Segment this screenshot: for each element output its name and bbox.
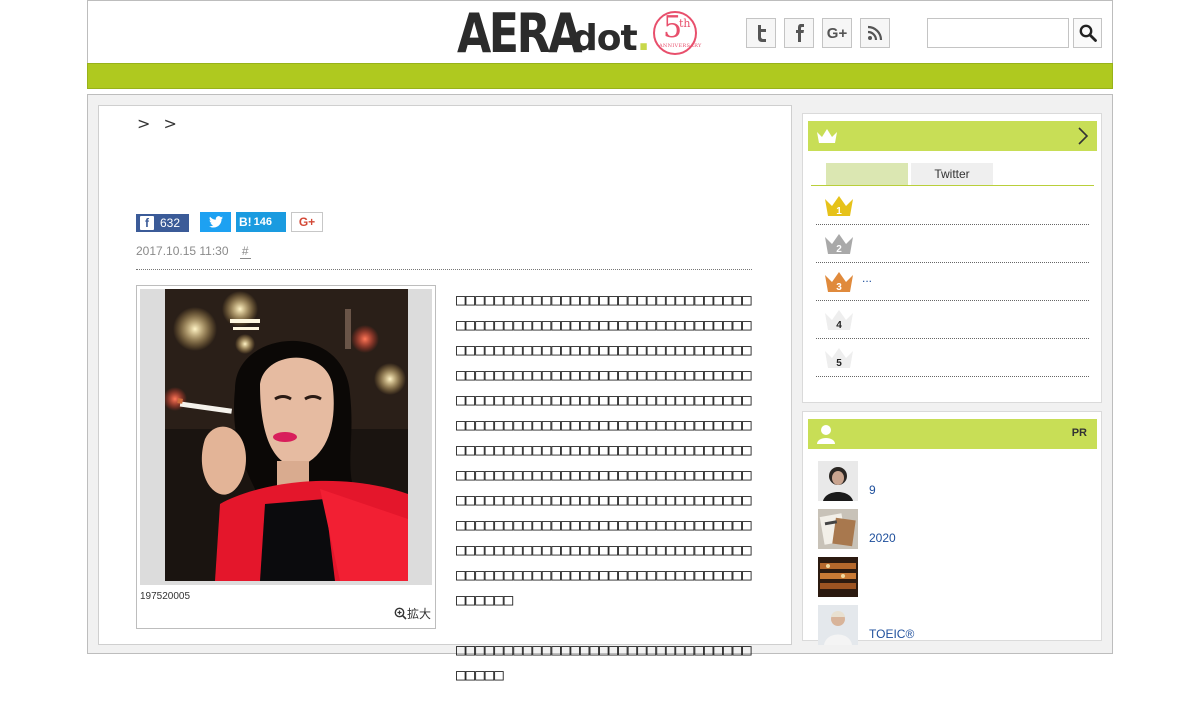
hashtag-link[interactable]: # [239, 244, 251, 259]
hatena-bookmark-icon: B! [239, 215, 252, 229]
bronze-crown-icon: 3 [825, 272, 853, 293]
silver-crown-icon: 2 [825, 234, 853, 255]
photo-caption: 197520005 [140, 591, 191, 602]
pr-item-title[interactable]: 9 [869, 483, 876, 497]
twitter-bird-icon [208, 216, 223, 228]
tab-twitter-ranking[interactable]: Twitter [911, 163, 993, 185]
ranking-item[interactable]: 2 [816, 225, 1089, 263]
ranking-item[interactable]: 5 [816, 339, 1089, 377]
twitter-icon [758, 25, 766, 42]
ranking-item-title[interactable]: ... [862, 271, 872, 285]
google-plus-share-button[interactable]: G+ [291, 212, 323, 232]
pr-label: PR [1071, 427, 1087, 439]
portrait-thumbnail-image [818, 461, 858, 501]
facebook-share-button[interactable]: f 632 [136, 214, 189, 232]
pr-item-title[interactable]: 2020 [869, 531, 896, 545]
rss-button[interactable] [860, 18, 890, 48]
tab-access-ranking[interactable] [826, 163, 908, 185]
article-paragraph: □□□□□□□□□□□□□□□□□□□□□□□□□□□□□□□□□□□□ [456, 640, 752, 684]
pr-item[interactable]: TOEIC® [818, 605, 1093, 645]
ranking-widget: Twitter 1 2 3 ... 4 5 [802, 113, 1102, 403]
logo-dot-text: dot. [572, 18, 650, 59]
rss-icon [867, 25, 883, 41]
svg-text:3: 3 [836, 282, 842, 293]
magazine-thumbnail-image [818, 509, 858, 549]
article-paragraph: □□□□□□□□□□□□□□□□□□□□□□□□□□□□□□□□□□□□□□□□… [456, 290, 752, 609]
google-plus-follow-button[interactable]: G+ [822, 18, 852, 48]
zoom-in-icon [394, 607, 407, 620]
portrait-photo-image [165, 289, 408, 581]
food-thumbnail-image [818, 557, 858, 597]
chevron-right-icon [1078, 127, 1089, 145]
pr-thumbnail[interactable] [818, 509, 858, 549]
breadcrumb-chevron[interactable]: > [137, 114, 150, 133]
search-button[interactable] [1073, 18, 1102, 48]
facebook-icon [796, 24, 804, 42]
article-photo[interactable] [165, 289, 408, 581]
global-nav-bar [87, 63, 1113, 89]
ranking-item[interactable]: 3 ... [816, 263, 1089, 301]
rank-crown-icon: 5 [825, 348, 853, 369]
ranking-tabs: Twitter [811, 163, 1094, 186]
pr-thumbnail[interactable] [818, 461, 858, 501]
pr-thumbnail[interactable] [818, 605, 858, 645]
twitter-follow-button[interactable] [746, 18, 776, 48]
divider [136, 269, 752, 270]
article: > > f 632 B! 146 G+ 2017.10.15 11:30 # 1… [98, 105, 792, 684]
hatena-bookmark-count: 146 [253, 216, 273, 228]
svg-text:1: 1 [836, 206, 842, 217]
crown-icon [817, 129, 837, 143]
gold-crown-icon: 1 [825, 196, 853, 217]
svg-text:2: 2 [836, 244, 842, 255]
pr-item-title[interactable]: TOEIC® [869, 627, 914, 641]
svg-text:4: 4 [836, 320, 842, 331]
ranking-item[interactable]: 1 [816, 187, 1089, 225]
aera-dot-logo[interactable]: AERA dot. 5 th ANNIVERSARY [457, 5, 717, 63]
pr-widget: PR 9 2020 TOEIC® [802, 411, 1102, 645]
search-input[interactable] [927, 18, 1069, 48]
pr-item[interactable]: 2020 [818, 509, 1093, 549]
pr-thumbnail[interactable] [818, 557, 858, 597]
zoom-label: 拡大 [406, 607, 431, 621]
hatena-bookmark-button[interactable]: B! 146 [236, 212, 286, 232]
pr-header: PR [808, 419, 1097, 449]
person-thumbnail-image [818, 605, 858, 645]
rank-crown-icon: 4 [825, 310, 853, 331]
google-plus-icon: G+ [826, 24, 848, 42]
facebook-icon: f [140, 216, 154, 230]
article-body: □□□□□□□□□□□□□□□□□□□□□□□□□□□□□□□□□□□□□□□□… [456, 287, 756, 712]
facebook-share-count: 632 [160, 216, 181, 230]
zoom-button[interactable]: 拡大 [394, 605, 431, 622]
ranking-header[interactable] [808, 121, 1097, 151]
logo-aera-text: AERA [457, 2, 583, 65]
google-plus-icon: G+ [298, 215, 316, 229]
search-icon [1079, 24, 1097, 42]
article-photo-figure: 197520005 拡大 [136, 285, 436, 629]
ranking-item[interactable]: 4 [816, 301, 1089, 339]
anniversary-badge: 5 th ANNIVERSARY [653, 11, 701, 55]
pr-item[interactable] [818, 557, 1093, 597]
svg-text:5: 5 [836, 358, 842, 369]
pr-item[interactable]: 9 [818, 461, 1093, 501]
twitter-share-button[interactable] [200, 212, 231, 232]
facebook-follow-button[interactable] [784, 18, 814, 48]
person-icon [817, 425, 835, 444]
breadcrumb: > > [137, 114, 185, 133]
publish-date: 2017.10.15 11:30 [136, 244, 229, 258]
breadcrumb-chevron[interactable]: > [164, 114, 177, 133]
article-meta: 2017.10.15 11:30 # [136, 244, 251, 259]
